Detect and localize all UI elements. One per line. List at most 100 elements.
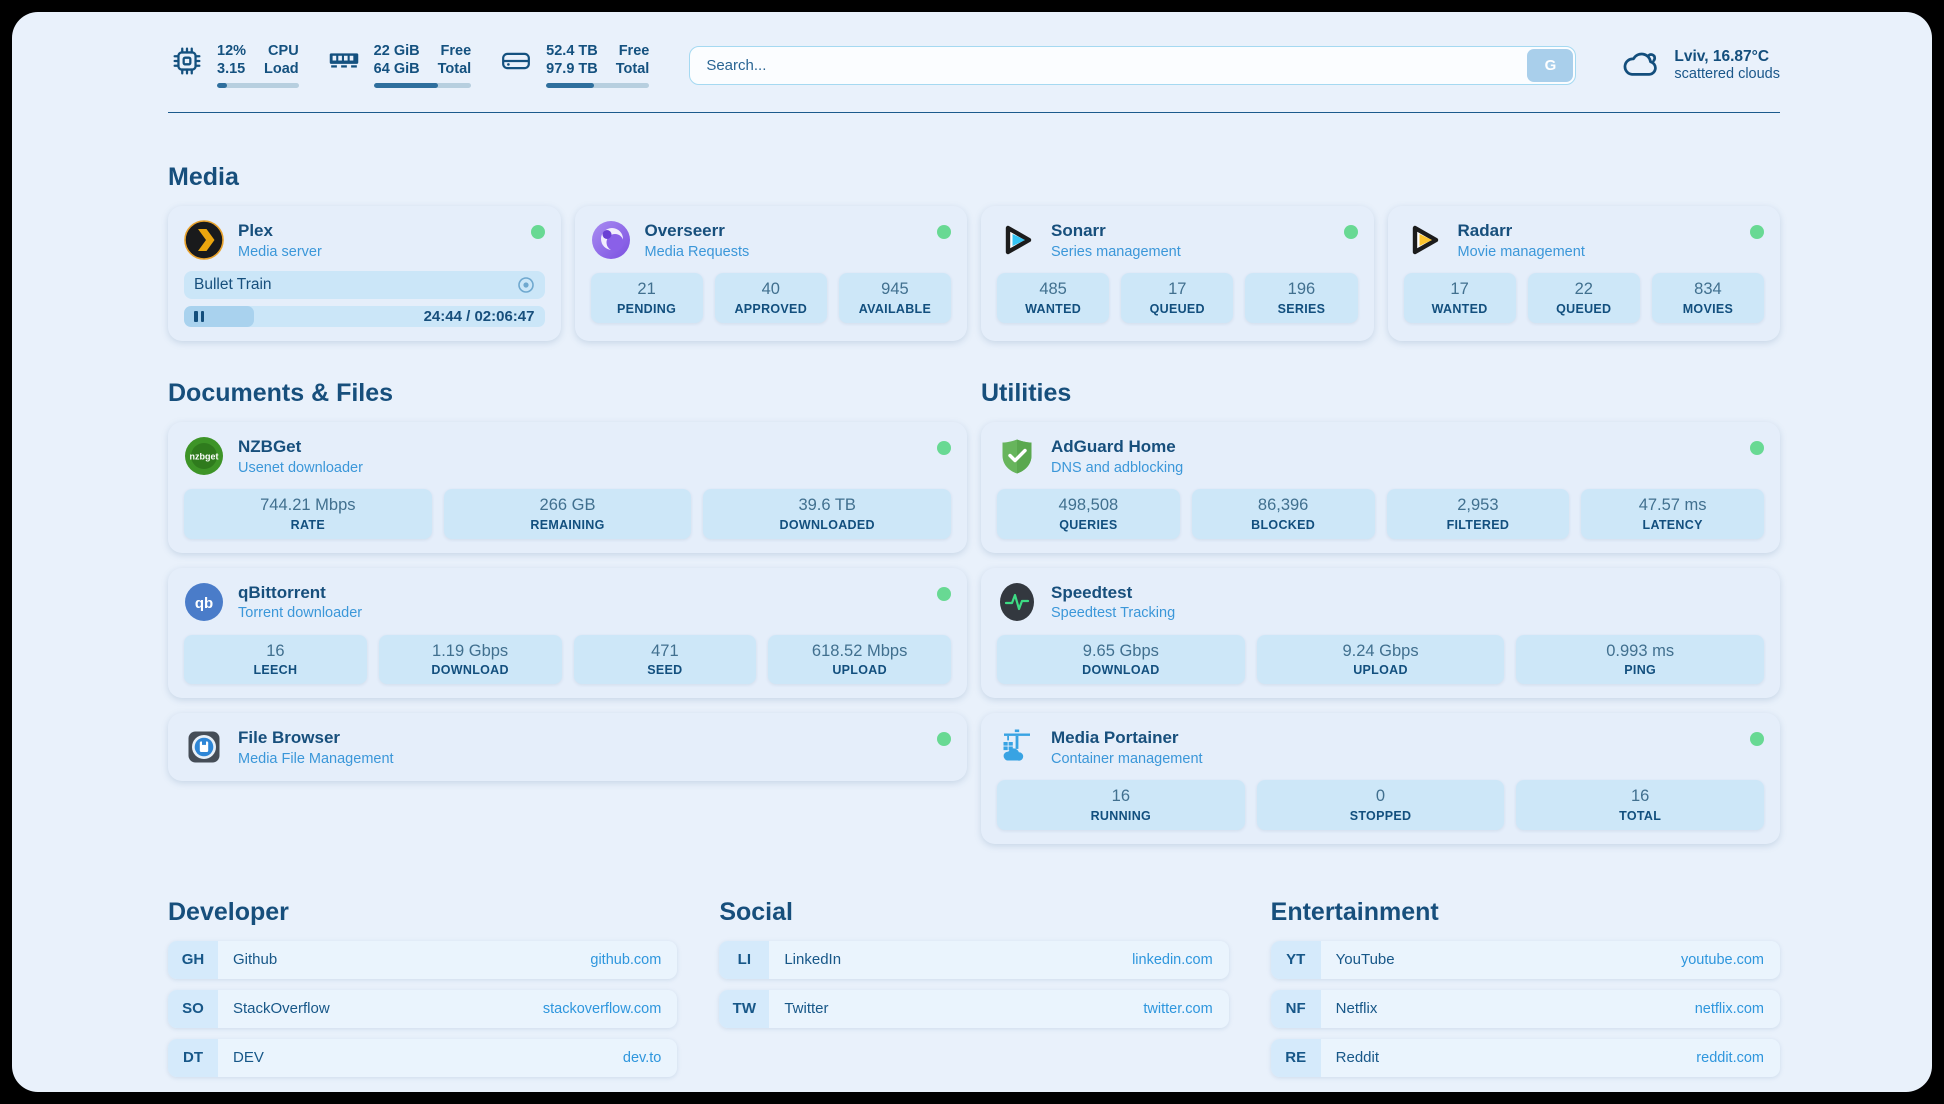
stat-queued: 22QUEUED: [1528, 273, 1640, 322]
bookmark-linkedin[interactable]: LI LinkedIn linkedin.com: [719, 941, 1228, 979]
app-card-nzbget[interactable]: nzbget NZBGet Usenet downloader 744.21 M…: [168, 422, 967, 552]
app-subtitle: Speedtest Tracking: [1051, 605, 1175, 621]
disk-label-top: Free: [616, 42, 650, 60]
app-card-sonarr[interactable]: Sonarr Series management 485WANTED 17QUE…: [981, 206, 1374, 341]
disk-total: 97.9 TB: [546, 60, 598, 78]
app-card-overseerr[interactable]: Overseerr Media Requests 21PENDING 40APP…: [575, 206, 968, 341]
app-name: File Browser: [238, 728, 394, 748]
header-divider: [168, 112, 1780, 113]
status-dot: [1750, 225, 1764, 239]
app-card-speedtest[interactable]: Speedtest Speedtest Tracking 9.65 GbpsDO…: [981, 568, 1780, 698]
nzbget-icon: nzbget: [184, 436, 224, 476]
bookmark-abbr: DT: [168, 1039, 218, 1077]
ram-free: 22 GiB: [374, 42, 420, 60]
status-dot: [937, 225, 951, 239]
bookmark-twitter[interactable]: TW Twitter twitter.com: [719, 990, 1228, 1028]
ram-icon: [325, 42, 363, 80]
stat-leech: 16LEECH: [184, 635, 367, 684]
stat-series: 196SERIES: [1245, 273, 1357, 322]
status-dot: [1750, 441, 1764, 455]
disk-label-bottom: Total: [616, 60, 650, 78]
app-subtitle: DNS and adblocking: [1051, 460, 1183, 476]
disk-icon: [497, 42, 535, 80]
stat-available: 945AVAILABLE: [839, 273, 951, 322]
cloud-icon: [1622, 48, 1662, 82]
stat-upload: 618.52 MbpsUPLOAD: [768, 635, 951, 684]
bookmark-netflix[interactable]: NF Netflix netflix.com: [1271, 990, 1780, 1028]
cpu-load-avg: 3.15: [217, 60, 246, 78]
bookmark-abbr: NF: [1271, 990, 1321, 1028]
playback-progress-bar[interactable]: 24:44 / 02:06:47: [184, 306, 545, 327]
plex-icon: [184, 220, 224, 260]
section-title-media: Media: [168, 163, 1780, 192]
search-input[interactable]: [689, 46, 1576, 85]
qbittorrent-icon: qb: [184, 582, 224, 622]
ram-progress-bar: [374, 83, 472, 88]
cpu-label-bottom: Load: [264, 60, 299, 78]
stat-wanted: 17WANTED: [1404, 273, 1516, 322]
disk-free: 52.4 TB: [546, 42, 598, 60]
stat-latency: 47.57 msLATENCY: [1581, 489, 1764, 538]
header-bar: 12%3.15 CPULoad 22: [168, 42, 1780, 88]
app-subtitle: Usenet downloader: [238, 460, 363, 476]
bookmark-abbr: YT: [1271, 941, 1321, 979]
section-title-utilities: Utilities: [981, 379, 1780, 408]
filebrowser-icon: [184, 727, 224, 767]
stat-remaining: 266 GBREMAINING: [444, 489, 692, 538]
radarr-icon: [1404, 220, 1444, 260]
bookmark-reddit[interactable]: RE Reddit reddit.com: [1271, 1039, 1780, 1077]
cpu-widget: 12%3.15 CPULoad: [168, 42, 299, 88]
search-engine-button[interactable]: G: [1527, 49, 1573, 82]
bookmark-dev[interactable]: DT DEV dev.to: [168, 1039, 677, 1077]
app-card-qbittorrent[interactable]: qb qBittorrent Torrent downloader 16LEEC…: [168, 568, 967, 698]
bookmark-github[interactable]: GH Github github.com: [168, 941, 677, 979]
weather-location-temp: Lviv, 16.87°C: [1674, 48, 1780, 66]
app-name: NZBGet: [238, 437, 363, 457]
status-dot: [1344, 225, 1358, 239]
stat-queued: 17QUEUED: [1121, 273, 1233, 322]
bookmark-abbr: GH: [168, 941, 218, 979]
app-name: Plex: [238, 221, 322, 241]
app-subtitle: Media Requests: [645, 244, 750, 260]
now-playing-row: Bullet Train: [184, 271, 545, 299]
app-subtitle: Media File Management: [238, 751, 394, 767]
stat-ping: 0.993 msPING: [1516, 635, 1764, 684]
search-bar: G: [689, 46, 1576, 85]
app-name: qBittorrent: [238, 583, 362, 603]
app-card-plex[interactable]: Plex Media server Bullet Train 24:44 / 0…: [168, 206, 561, 341]
sonarr-icon: [997, 220, 1037, 260]
app-card-adguard[interactable]: AdGuard Home DNS and adblocking 498,508Q…: [981, 422, 1780, 552]
bookmark-stackoverflow[interactable]: SO StackOverflow stackoverflow.com: [168, 990, 677, 1028]
portainer-icon: [997, 727, 1037, 767]
stat-approved: 40APPROVED: [715, 273, 827, 322]
stat-upload: 9.24 GbpsUPLOAD: [1257, 635, 1505, 684]
stat-wanted: 485WANTED: [997, 273, 1109, 322]
stat-seed: 471SEED: [574, 635, 757, 684]
session-icon[interactable]: [517, 276, 535, 294]
disk-widget: 52.4 TB97.9 TB FreeTotal: [497, 42, 649, 88]
app-subtitle: Torrent downloader: [238, 605, 362, 621]
app-subtitle: Container management: [1051, 751, 1203, 767]
cpu-percent: 12%: [217, 42, 246, 60]
ram-widget: 22 GiB64 GiB FreeTotal: [325, 42, 472, 88]
app-name: Media Portainer: [1051, 728, 1203, 748]
overseerr-icon: [591, 220, 631, 260]
bookmark-youtube[interactable]: YT YouTube youtube.com: [1271, 941, 1780, 979]
bookmark-abbr: RE: [1271, 1039, 1321, 1077]
app-card-filebrowser[interactable]: File Browser Media File Management: [168, 713, 967, 781]
stat-rate: 744.21 MbpsRATE: [184, 489, 432, 538]
bookmark-abbr: TW: [719, 990, 769, 1028]
stat-download: 1.19 GbpsDOWNLOAD: [379, 635, 562, 684]
app-name: Radarr: [1458, 221, 1585, 241]
pause-icon: [194, 311, 204, 322]
stat-queries: 498,508QUERIES: [997, 489, 1180, 538]
app-card-portainer[interactable]: Media Portainer Container management 16R…: [981, 713, 1780, 843]
app-name: Sonarr: [1051, 221, 1181, 241]
section-title-documents: Documents & Files: [168, 379, 967, 408]
status-dot: [937, 732, 951, 746]
app-name: Overseerr: [645, 221, 750, 241]
section-title-developer: Developer: [168, 898, 677, 927]
dashboard: 12%3.15 CPULoad 22: [12, 12, 1932, 1092]
app-card-radarr[interactable]: Radarr Movie management 17WANTED 22QUEUE…: [1388, 206, 1781, 341]
cpu-label-top: CPU: [264, 42, 299, 60]
